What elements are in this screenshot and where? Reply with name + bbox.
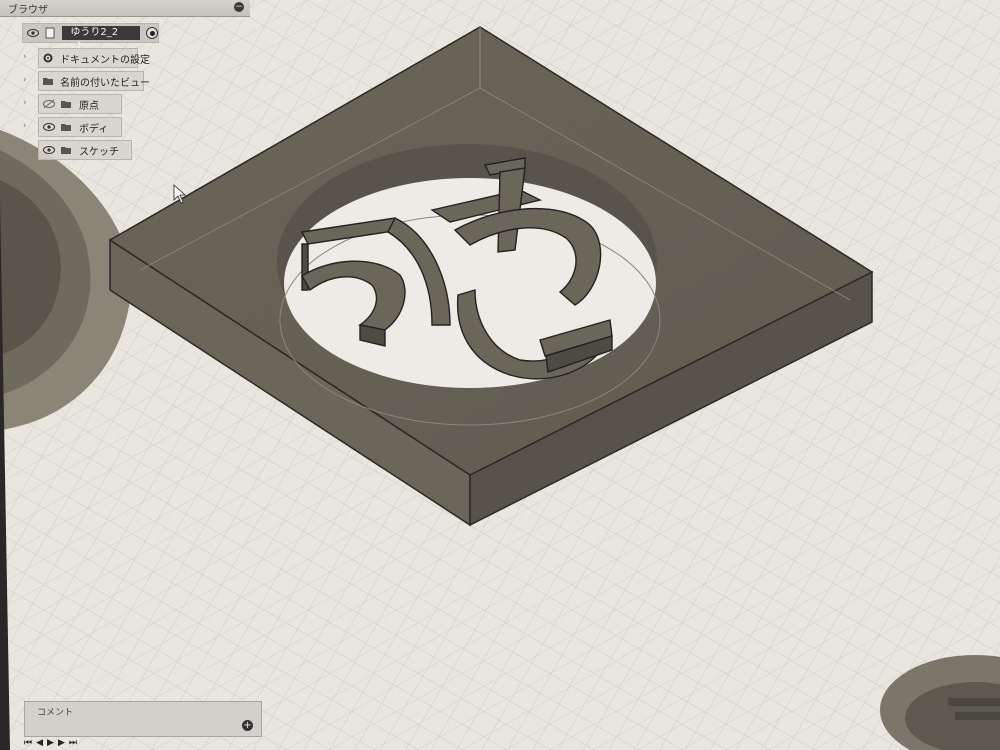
- folder-icon: [42, 74, 54, 88]
- tree-item-component[interactable]: ゆうり2_2 v1: [22, 23, 159, 52]
- tree-item-named-views[interactable]: › 名前の付いたビュー: [23, 71, 150, 91]
- tree-item-document-settings[interactable]: › ドキュメントの設定: [23, 48, 150, 68]
- step-forward-icon[interactable]: ▶: [58, 738, 65, 748]
- tree-item-label: ドキュメントの設定: [60, 54, 150, 66]
- gear-icon: [42, 51, 54, 65]
- play-icon[interactable]: ▶: [47, 738, 54, 748]
- expand-arrow-icon[interactable]: ›: [23, 75, 27, 85]
- tree-item-origin[interactable]: › 原点: [23, 94, 122, 114]
- skip-back-icon[interactable]: ⏮: [24, 738, 32, 748]
- tree-item-sketches[interactable]: › スケッチ: [23, 140, 132, 160]
- hidden-eye-icon[interactable]: [42, 97, 56, 111]
- folder-icon: [59, 120, 73, 134]
- timeline-controls: ⏮ ◀ ▶ ▶ ⏭: [24, 736, 164, 750]
- folder-icon: [59, 97, 73, 111]
- tree-item-label: ボディ: [79, 123, 109, 135]
- skip-forward-icon[interactable]: ⏭: [69, 738, 77, 748]
- expand-arrow-icon[interactable]: ›: [23, 98, 27, 108]
- expand-arrow-icon[interactable]: ›: [23, 144, 27, 154]
- component-name[interactable]: ゆうり2_2 v1: [62, 26, 141, 52]
- folder-icon: [59, 143, 73, 157]
- browser-title: ブラウザ: [8, 5, 48, 16]
- collapse-icon[interactable]: −: [234, 2, 244, 12]
- tree-item-label: スケッチ: [79, 146, 119, 158]
- browser-panel: ブラウザ − ゆうり2_2 v1 › ドキュメントの設定 › 名前の付いたビュー…: [0, 0, 250, 172]
- component-icon: [43, 26, 57, 40]
- eye-icon[interactable]: [42, 120, 56, 134]
- expand-arrow-icon[interactable]: ›: [23, 52, 27, 62]
- step-back-icon[interactable]: ◀: [36, 738, 43, 748]
- tree-item-label: 原点: [79, 100, 99, 112]
- tree-item-bodies[interactable]: › ボディ: [23, 117, 122, 137]
- activate-radio-icon[interactable]: [146, 27, 159, 39]
- expand-arrow-icon[interactable]: ›: [23, 121, 27, 131]
- comment-panel: コメント +: [24, 701, 262, 737]
- comment-label: コメント: [37, 708, 74, 718]
- tree-item-label: 名前の付いたビュー: [60, 77, 150, 89]
- eye-icon[interactable]: [42, 143, 56, 157]
- add-comment-icon[interactable]: +: [242, 720, 253, 731]
- eye-icon[interactable]: [26, 26, 40, 40]
- browser-header: ブラウザ −: [0, 0, 250, 17]
